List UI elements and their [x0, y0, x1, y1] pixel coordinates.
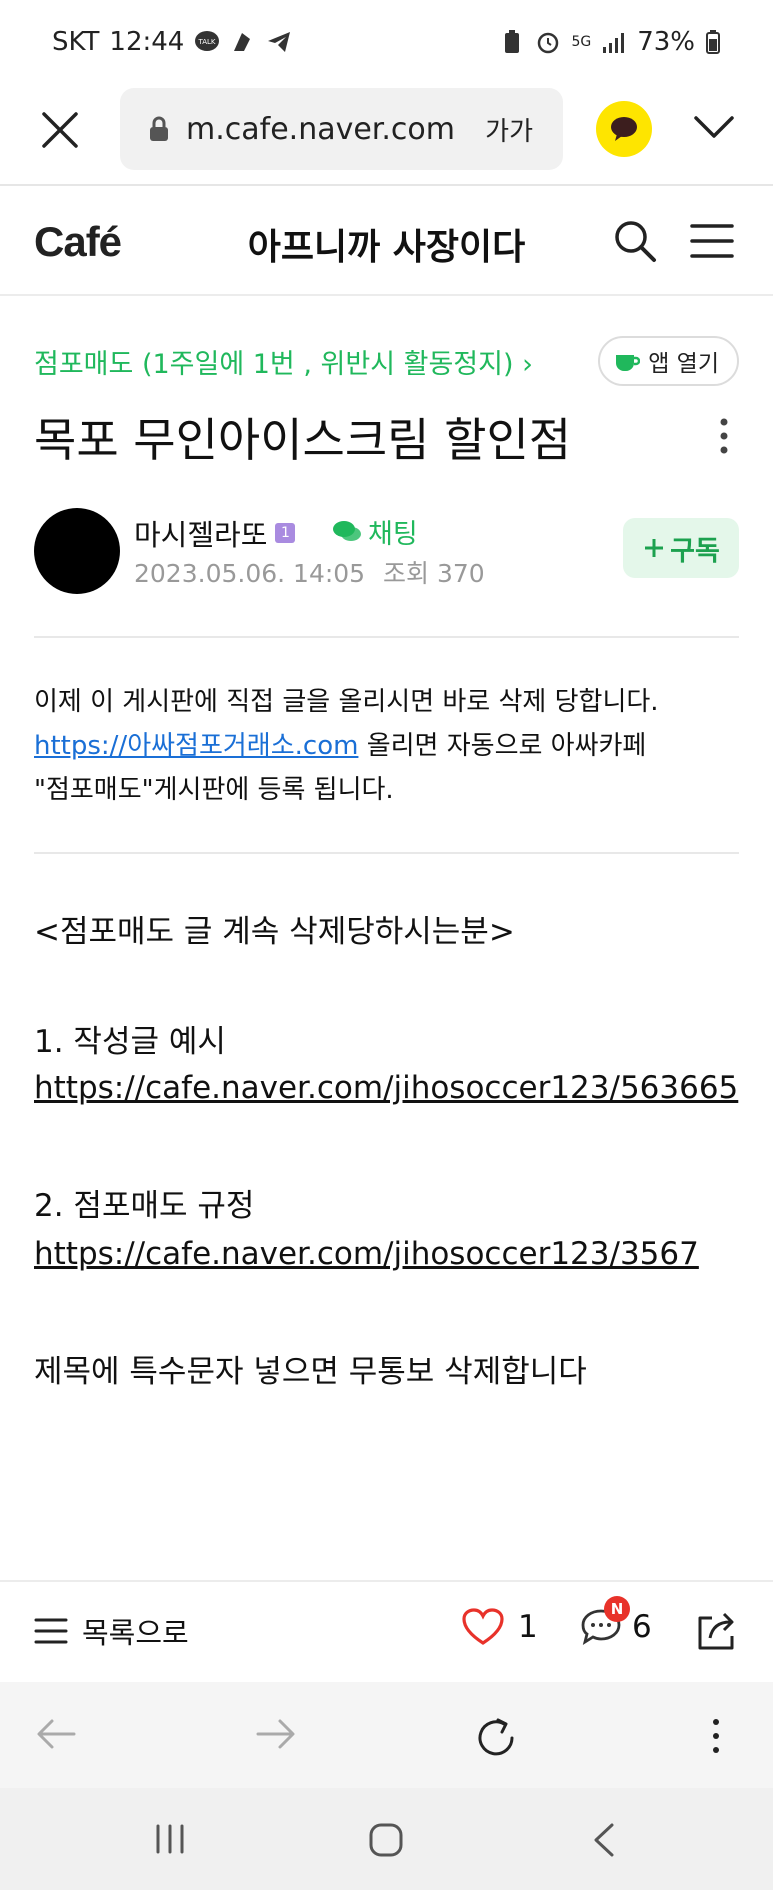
item2-label: 2. 점포매도 규정	[34, 1188, 255, 1224]
chevron-down-icon[interactable]	[692, 110, 736, 146]
app-notification-icon	[234, 33, 251, 51]
forward-icon[interactable]	[254, 1716, 298, 1752]
system-nav-bar	[0, 1788, 773, 1890]
kakao-button[interactable]	[596, 101, 652, 157]
new-comment-badge: N	[604, 1596, 630, 1622]
network-type: 5G	[571, 34, 592, 50]
back-icon[interactable]	[34, 1716, 78, 1752]
divider	[34, 852, 739, 854]
subscribe-button[interactable]: 구독	[623, 518, 739, 578]
notice-line: https://아싸점포거래소.com 올리면 자동으로 아싸카페	[34, 724, 739, 768]
author-name-row[interactable]: 마시젤라또 1	[134, 512, 296, 554]
notice-line: 이제 이 게시판에 직접 글을 올리시면 바로 삭제 당합니다.	[34, 687, 659, 717]
plus-icon	[645, 539, 664, 557]
talk-notification-icon: TALK	[195, 31, 220, 51]
comment-button[interactable]: N 6	[580, 1596, 652, 1646]
browser-toolbar: m.cafe.naver.com 가가	[0, 84, 773, 186]
battery-icon	[706, 30, 720, 54]
post-action-bar: 목록으로 1 N 6	[0, 1580, 773, 1682]
system-back-icon[interactable]	[590, 1822, 618, 1858]
notice-line-rest: 올리면 자동으로 아싸카페	[358, 731, 647, 761]
like-count: 1	[518, 1609, 538, 1645]
url-text: m.cafe.naver.com	[186, 111, 455, 147]
divider	[34, 636, 739, 638]
notice-link[interactable]: https://아싸점포거래소.com	[34, 731, 358, 761]
status-bar: SKT 12:44 TALK 5G 73%	[0, 0, 773, 84]
clock: 12:44	[109, 27, 185, 57]
board-row: 점포매도 (1주일에 1번 , 위반시 활동정지) › 앱 열기	[34, 336, 739, 386]
app-open-label: 앱 열기	[648, 351, 719, 377]
body-heading: <점포매도 글 계속 삭제당하시는분>	[34, 914, 515, 950]
item1-link[interactable]: https://cafe.naver.com/jihosoccer123/563…	[34, 1070, 738, 1106]
chat-icon	[333, 520, 361, 541]
author-name: 마시젤라또	[134, 518, 268, 552]
cafe-cup-icon	[616, 355, 641, 371]
post-views: 조회 370	[383, 559, 485, 588]
close-icon[interactable]	[38, 108, 82, 152]
font-size-button[interactable]: 가가	[485, 111, 533, 148]
list-label: 목록으로	[82, 1616, 189, 1650]
app-open-button[interactable]: 앱 열기	[598, 336, 739, 386]
lock-icon	[150, 116, 168, 141]
battery-saver-icon	[505, 30, 520, 53]
post-title: 목포 무인아이스크림 할인점	[34, 413, 572, 467]
search-icon[interactable]	[612, 218, 658, 264]
post-date: 2023.05.06. 14:05	[134, 559, 366, 588]
footer-note: 제목에 특수문자 넣으면 무통보 삭제합니다	[34, 1354, 587, 1390]
menu-icon[interactable]	[690, 222, 734, 260]
level-badge: 1	[275, 523, 296, 543]
svg-text:TALK: TALK	[198, 38, 216, 46]
comment-count: 6	[632, 1609, 652, 1645]
home-icon[interactable]	[368, 1822, 404, 1858]
signal-icon	[603, 33, 625, 53]
browser-nav-bar	[0, 1682, 773, 1788]
cafe-header: Café 아프니까 사장이다	[0, 188, 773, 296]
battery-percent: 73%	[637, 27, 695, 57]
item1-label: 1. 작성글 예시	[34, 1024, 226, 1060]
share-icon[interactable]	[694, 1608, 738, 1652]
reload-icon[interactable]	[474, 1716, 518, 1760]
notice-line: "점포매도"게시판에 등록 됩니다.	[34, 775, 394, 805]
browser-more-icon[interactable]	[706, 1716, 726, 1756]
notice-text: 이제 이 게시판에 직접 글을 올리시면 바로 삭제 당합니다. https:/…	[34, 680, 739, 812]
list-button[interactable]: 목록으로	[34, 1610, 189, 1652]
kakao-icon	[611, 117, 637, 141]
avatar[interactable]	[34, 508, 120, 594]
list-icon	[34, 1618, 68, 1644]
carrier-label: SKT	[52, 27, 100, 57]
alarm-icon	[538, 32, 559, 54]
subscribe-label: 구독	[670, 535, 720, 567]
address-bar[interactable]: m.cafe.naver.com 가가	[120, 88, 563, 170]
item2-link[interactable]: https://cafe.naver.com/jihosoccer123/356…	[34, 1236, 699, 1272]
like-button[interactable]: 1	[462, 1608, 538, 1646]
chat-label: 채팅	[368, 519, 418, 550]
post-meta: 2023.05.06. 14:05 조회 370	[134, 554, 485, 590]
author-section: 마시젤라또 1 채팅 2023.05.06. 14:05 조회 370 구독	[34, 506, 739, 596]
heart-icon	[462, 1608, 504, 1645]
recent-apps-icon[interactable]	[152, 1822, 188, 1856]
board-link[interactable]: 점포매도 (1주일에 1번 , 위반시 활동정지) ›	[34, 342, 533, 381]
comment-icon-wrap: N	[580, 1596, 630, 1646]
more-icon[interactable]	[712, 416, 736, 456]
chat-button[interactable]: 채팅	[332, 512, 418, 551]
telegram-icon	[268, 32, 291, 52]
